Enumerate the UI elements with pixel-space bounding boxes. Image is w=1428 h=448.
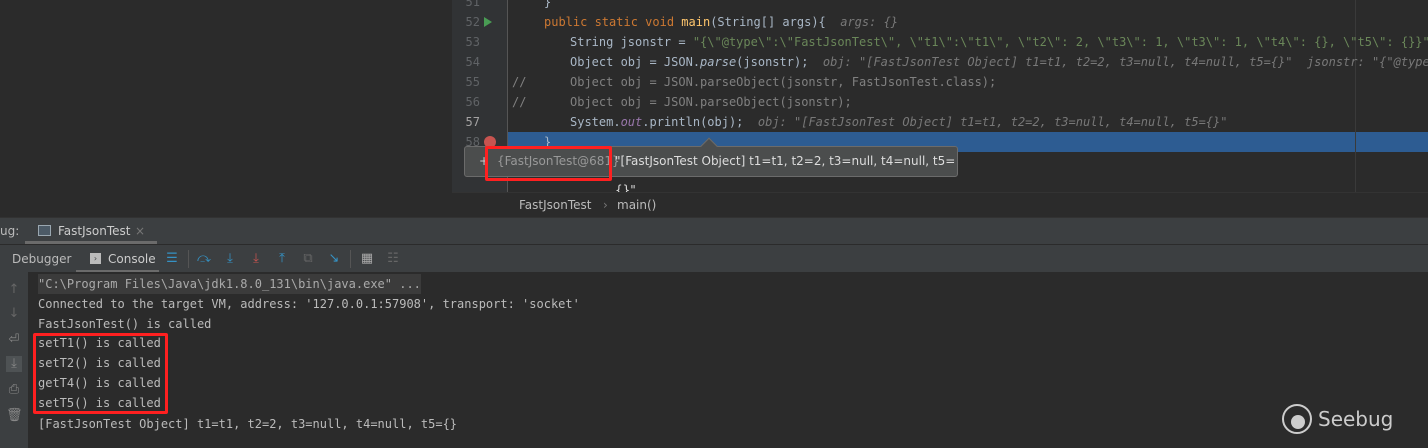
code-text: public static void main(String[] args){ … [544,15,899,29]
debug-label: ug: [0,224,20,238]
up-arrow-icon[interactable]: ↑ [6,282,22,298]
tab-label: FastJsonTest [58,224,131,238]
console-side-toolbar: ↑ ↓ ⏎ ⤓ ⎙ 🗑 [0,272,28,448]
debug-toolbar: Debugger › Console ☰ ⤼ ⤓ ⤓ ⤒ ⧉ ↘ ▦ ☷ [0,244,1428,273]
seebug-text: Seebug [1318,407,1394,431]
seebug-watermark: Seebug [1282,402,1393,436]
code-text: String jsonstr = "{\"@type\":\"FastJsonT… [570,35,1428,49]
separator [350,250,351,268]
comment-marker: // [512,75,527,89]
code-line-55: 55 // Object obj = JSON.parseObject(json… [452,72,1428,92]
line-number: 52 [465,15,480,29]
breadcrumb-method[interactable]: main() [617,193,656,218]
console-line: "C:\Program Files\Java\jdk1.8.0_131\bin\… [38,274,421,294]
code-text: Object obj = JSON.parseObject(jsonstr, F… [570,75,997,89]
breadcrumb: FastJsonTest › main() [452,192,1428,217]
separator [188,250,189,268]
code-line-54: 54 Object obj = JSON.parse(jsonstr); obj… [452,52,1428,72]
tab-fastjsontest[interactable]: FastJsonTest × [25,218,157,244]
scroll-to-end-icon[interactable]: ⤓ [6,356,22,372]
breadcrumb-class[interactable]: FastJsonTest [519,193,591,218]
code-text: Object obj = JSON.parse(jsonstr); obj: "… [570,55,1428,69]
console-output[interactable]: "C:\Program Files\Java\jdk1.8.0_131\bin\… [28,272,1428,448]
code-line-53: 53 String jsonstr = "{\"@type\":\"FastJs… [452,32,1428,52]
console-line: Connected to the target VM, address: '12… [38,297,580,311]
code-line-51: 51 } [452,0,1428,12]
code-text: System.out.println(obj); obj: "[FastJson… [570,115,1228,129]
step-over-icon[interactable]: ⤼ [196,251,212,267]
step-into-icon[interactable]: ⤓ [222,251,238,267]
seebug-logo-icon [1282,404,1312,434]
code-text: } [544,0,552,9]
tab-debugger[interactable]: Debugger [12,245,71,273]
line-number: 51 [465,0,480,9]
annotation-box-setters [33,333,168,414]
line-number: 53 [465,35,480,49]
annotation-box-reference [485,146,612,181]
show-execution-point-icon[interactable]: ☰ [164,251,180,267]
force-step-into-icon[interactable]: ⤓ [248,251,264,267]
run-to-cursor-icon[interactable]: ↘ [326,251,342,267]
down-arrow-icon[interactable]: ↓ [6,306,22,322]
soft-wrap-icon[interactable]: ⏎ [6,332,22,348]
breadcrumb-separator: › [603,198,608,212]
step-out-icon[interactable]: ⤒ [274,251,290,267]
left-panel [0,0,452,217]
line-number: 57 [465,115,480,129]
code-line-56: 56 // Object obj = JSON.parseObject(json… [452,92,1428,112]
trace-icon[interactable]: ☷ [385,251,401,267]
print-icon[interactable]: ⎙ [6,382,22,398]
evaluate-expression-icon[interactable]: ▦ [359,251,375,267]
console-line: FastJsonTest() is called [38,317,212,331]
window-icon [38,225,51,236]
line-number: 54 [465,55,480,69]
drop-frame-icon[interactable]: ⧉ [300,251,316,267]
code-text: Object obj = JSON.parseObject(jsonstr); [570,95,852,109]
comment-marker: // [512,95,527,109]
run-icon[interactable] [484,17,492,27]
tab-console[interactable]: › Console [76,245,159,273]
line-number: 56 [465,95,480,109]
line-number: 55 [465,75,480,89]
console-line: [FastJsonTest Object] t1=t1, t2=2, t3=nu… [38,417,458,431]
debug-tab-bar: ug: FastJsonTest × [0,217,1428,244]
close-icon[interactable]: × [135,218,145,245]
code-line-52: 52 public static void main(String[] args… [452,12,1428,32]
console-icon: › [90,253,101,264]
tab-label: Console [108,252,156,266]
trash-icon[interactable]: 🗑 [6,408,23,424]
code-line-57: 57 System.out.println(obj); obj: "[FastJ… [452,112,1428,132]
